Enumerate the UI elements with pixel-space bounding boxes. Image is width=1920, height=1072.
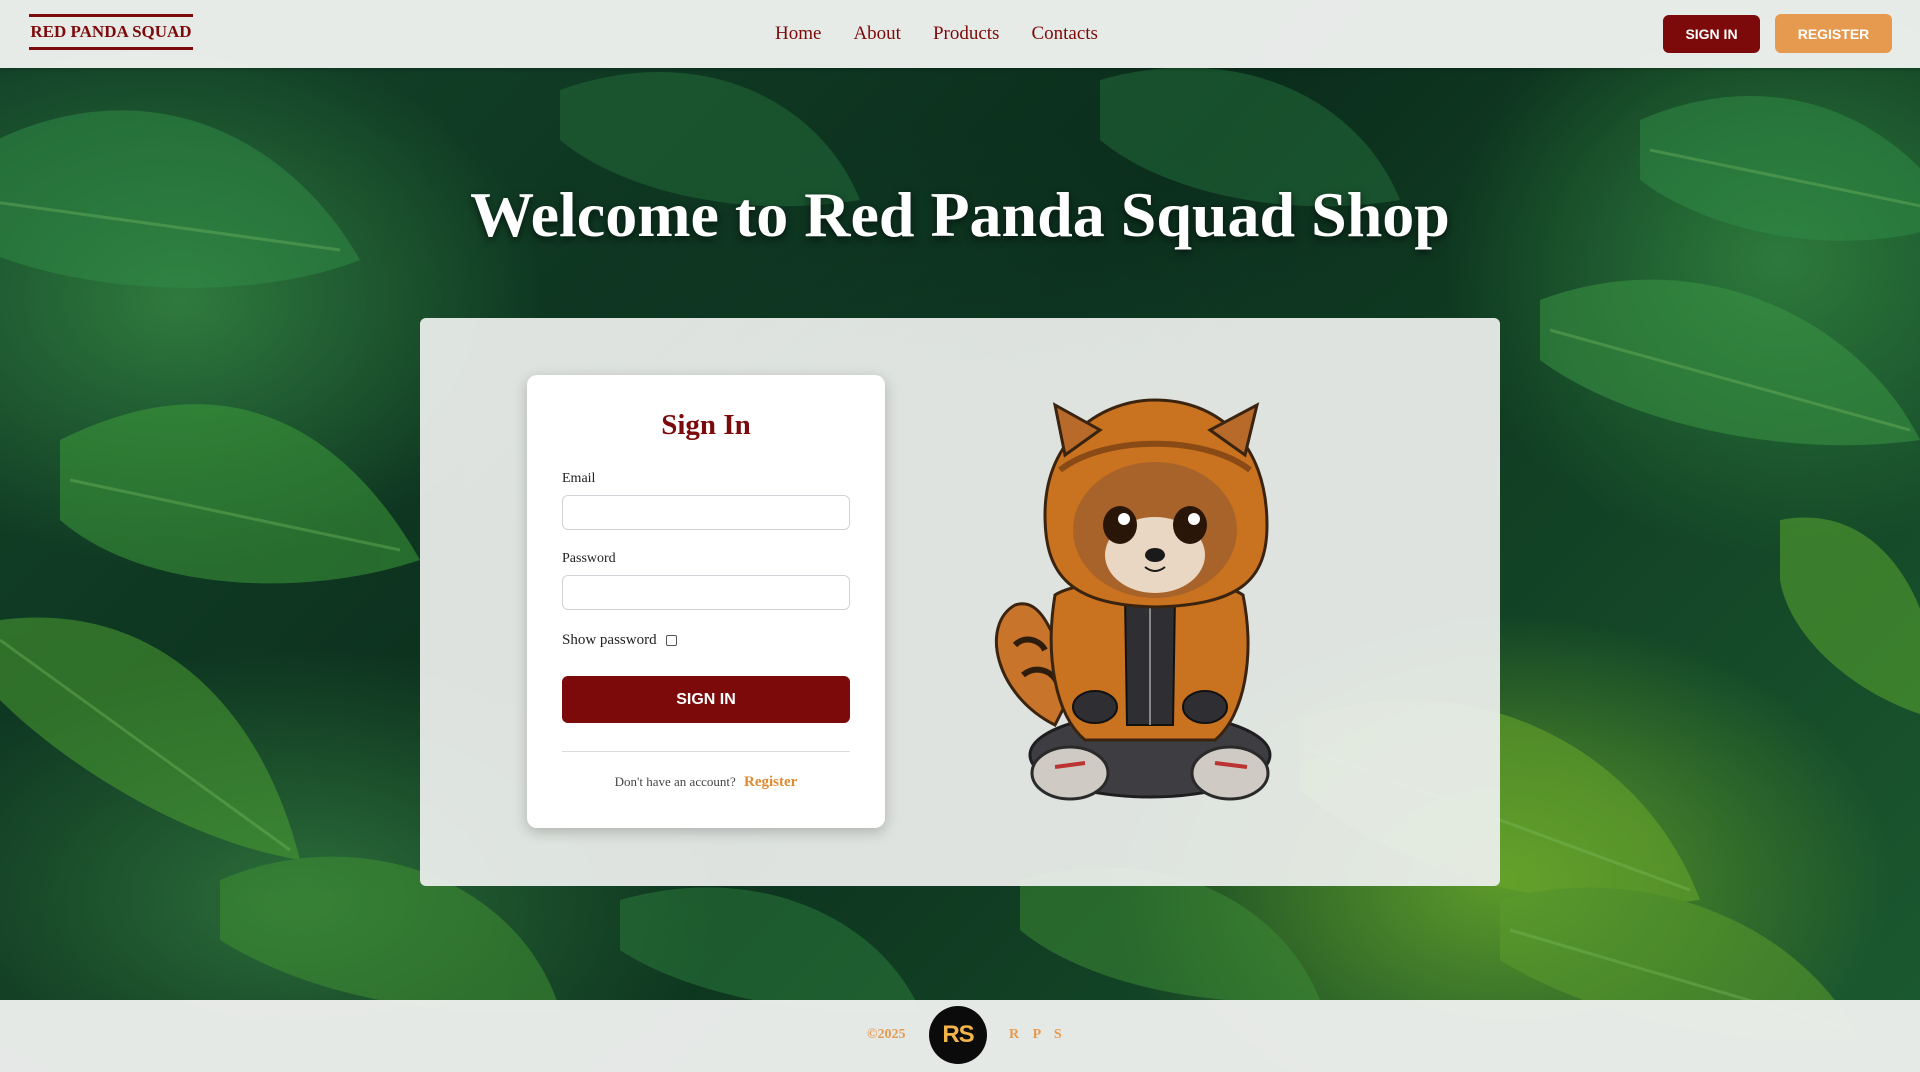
no-account-text: Don't have an account? xyxy=(614,774,736,789)
nav-link-contacts[interactable]: Contacts xyxy=(1031,23,1098,45)
signin-submit-button[interactable]: SIGN IN xyxy=(562,676,850,723)
email-label: Email xyxy=(562,471,596,486)
nav-link-home[interactable]: Home xyxy=(775,23,821,45)
nav-link-about[interactable]: About xyxy=(853,23,901,45)
hero-title: Welcome to Red Panda Squad Shop xyxy=(470,179,1450,250)
nav-register-button[interactable]: REGISTER xyxy=(1775,14,1892,53)
top-navbar: RED PANDA SQUAD Home About Products Cont… xyxy=(0,0,1920,68)
show-password-checkbox[interactable] xyxy=(665,635,677,646)
register-prompt: Don't have an account? Register xyxy=(527,774,885,791)
nav-link-products[interactable]: Products xyxy=(933,23,1000,45)
footer-logo: RS xyxy=(929,1006,987,1064)
password-input[interactable] xyxy=(562,575,850,610)
register-link[interactable]: Register xyxy=(744,774,797,790)
show-password-label: Show password xyxy=(562,632,657,648)
footer-tag: R P S xyxy=(1009,1027,1067,1042)
signin-card: Sign In Email Password Show password SIG… xyxy=(527,375,885,828)
nav-links: Home About Products Contacts xyxy=(775,0,1098,68)
brand-logo[interactable]: RED PANDA SQUAD xyxy=(29,14,193,50)
show-password-row: Show password xyxy=(562,632,677,649)
footer-copyright: ©2025 xyxy=(867,1027,906,1042)
red-panda-mascot-illustration xyxy=(994,398,1272,801)
card-divider xyxy=(562,751,850,752)
email-input[interactable] xyxy=(562,495,850,530)
password-label: Password xyxy=(562,551,616,566)
signin-title: Sign In xyxy=(661,409,751,441)
nav-signin-button[interactable]: SIGN IN xyxy=(1663,15,1760,53)
